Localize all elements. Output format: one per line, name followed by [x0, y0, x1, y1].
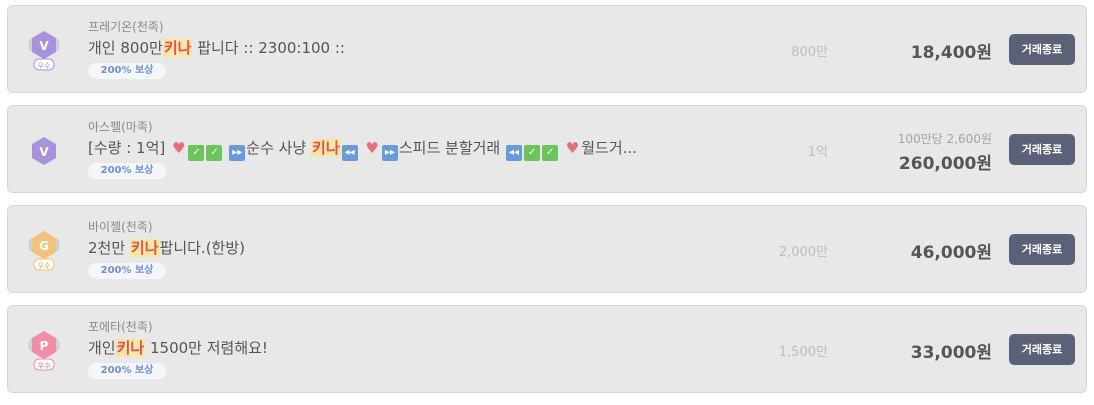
trade-closed-button[interactable]: 거래종료	[1009, 334, 1075, 365]
heart-emoji-icon: ♥	[565, 139, 580, 157]
listing-card[interactable]: G 우수 바이젤(천족) 2천만 키나팝니다.(한방) 200% 보상 2,00…	[7, 205, 1087, 293]
compensation-badge: 200% 보상	[88, 263, 166, 279]
compensation-badge: 200% 보상	[88, 63, 166, 79]
listing-title[interactable]: 2천만 키나팝니다.(한방)	[88, 237, 708, 258]
grade-letter: G	[39, 239, 49, 253]
checkmark-emoji-icon: ✓	[524, 145, 541, 161]
listing-card[interactable]: P 우수 포에타(천족) 개인키나 1500만 저렴해요! 200% 보상 1,…	[7, 305, 1087, 393]
trade-closed-button[interactable]: 거래종료	[1009, 134, 1075, 165]
listing-title[interactable]: 개인 800만키나 팝니다 :: 2300:100 ::	[88, 37, 708, 58]
quantity: 2,000만	[778, 245, 828, 260]
server-name: 아스펠(마족)	[88, 120, 153, 134]
grade-label: 우수	[38, 262, 51, 270]
heart-emoji-icon: ♥	[365, 139, 379, 157]
compensation-badge: 200% 보상	[88, 163, 166, 179]
heart-emoji-icon: ♥	[172, 139, 186, 157]
quantity: 1,500만	[778, 345, 828, 360]
price: 46,000원	[910, 243, 992, 263]
price: 260,000원	[898, 154, 992, 174]
price: 33,000원	[910, 343, 992, 363]
seller-grade-badge-icon: V 우수	[28, 31, 60, 71]
rewind-emoji-icon: ◂◂	[506, 145, 523, 161]
quantity: 1억	[807, 145, 828, 160]
checkmark-emoji-icon: ✓	[542, 145, 559, 161]
listing-list: V 우수 프레기온(천족) 개인 800만키나 팝니다 :: 2300:100 …	[7, 5, 1087, 405]
trade-closed-button[interactable]: 거래종료	[1009, 234, 1075, 265]
fast-forward-emoji-icon: ▸▸	[381, 145, 398, 161]
listing-card[interactable]: V 아스펠(마족) [수량 : 1억] ♥ ✓ ✓ ▸▸ 순수 사냥 키나 ◂◂ ♥ ▸▸…	[7, 105, 1087, 193]
unit-price: 100만당 2,600원	[897, 132, 992, 146]
grade-letter: V	[39, 145, 49, 159]
checkmark-emoji-icon: ✓	[206, 145, 223, 161]
compensation-badge: 200% 보상	[88, 363, 166, 379]
server-name: 바이젤(천족)	[88, 220, 153, 234]
grade-letter: P	[40, 339, 49, 353]
checkmark-emoji-icon: ✓	[188, 145, 205, 161]
trade-closed-button[interactable]: 거래종료	[1009, 34, 1075, 65]
listing-card[interactable]: V 우수 프레기온(천족) 개인 800만키나 팝니다 :: 2300:100 …	[7, 5, 1087, 93]
rewind-emoji-icon: ◂◂	[341, 145, 358, 161]
seller-grade-badge-icon: G 우수	[28, 231, 60, 271]
grade-label: 우수	[38, 362, 51, 370]
server-name: 프레기온(천족)	[88, 20, 164, 34]
server-name: 포에타(천족)	[88, 320, 153, 334]
seller-grade-badge-icon: P 우수	[28, 331, 60, 371]
grade-letter: V	[39, 39, 49, 53]
price: 18,400원	[910, 43, 992, 63]
fast-forward-emoji-icon: ▸▸	[229, 145, 246, 161]
quantity: 800만	[791, 45, 828, 60]
seller-grade-badge-icon: V	[32, 137, 56, 165]
listing-title[interactable]: [수량 : 1억] ♥ ✓ ✓ ▸▸ 순수 사냥 키나 ◂◂ ♥ ▸▸ 스피드 분할거래 ◂…	[88, 137, 708, 161]
listing-title[interactable]: 개인키나 1500만 저렴해요!	[88, 337, 708, 358]
grade-label: 우수	[38, 62, 51, 70]
